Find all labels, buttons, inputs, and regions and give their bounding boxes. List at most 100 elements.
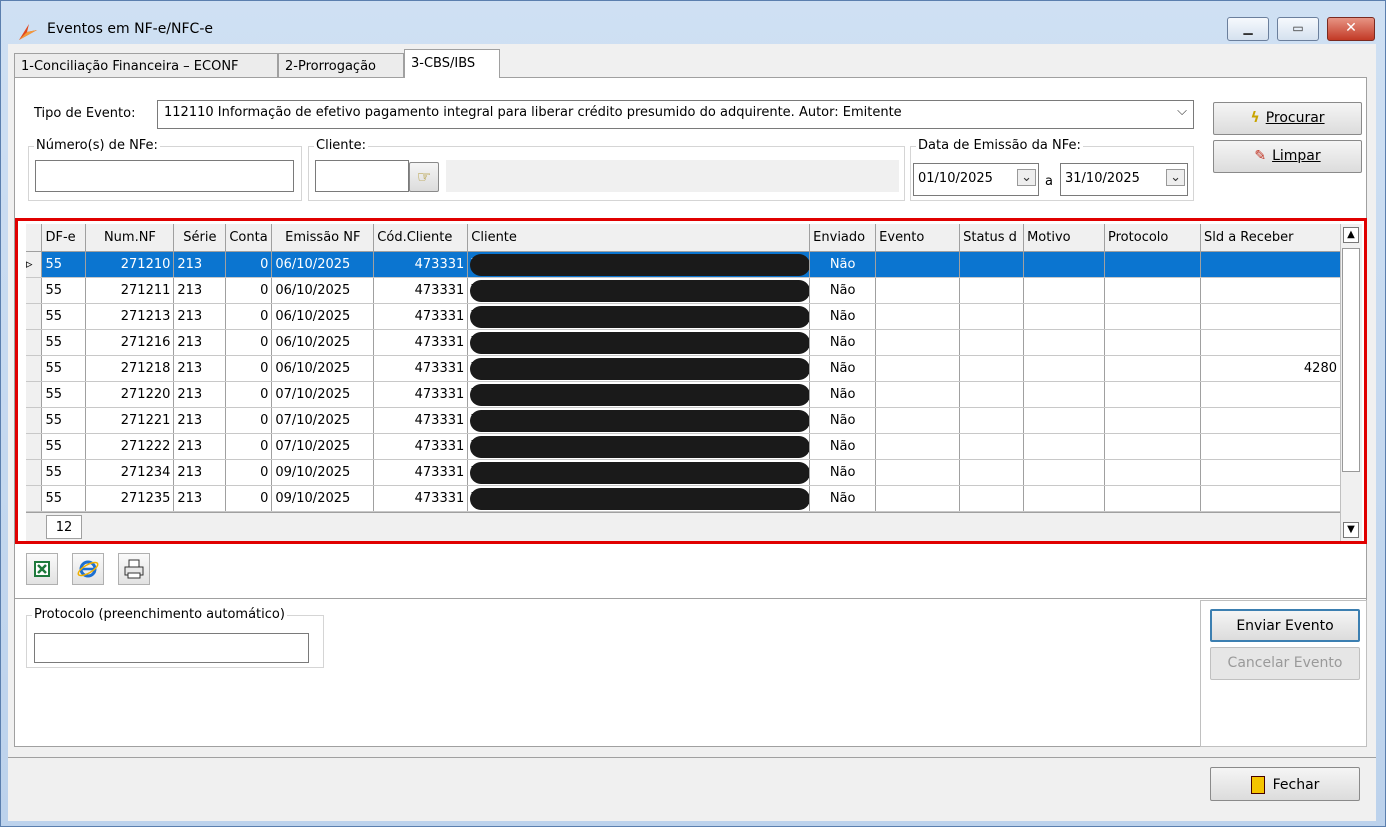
enviar-evento-button[interactable]: Enviar Evento [1210, 609, 1360, 642]
cell-cod: 473331 [373, 407, 469, 434]
table-row[interactable]: 55271234213009/10/2025473331VOLKSWAGEN D… [26, 459, 1341, 486]
maximize-button[interactable]: ▭ [1277, 17, 1319, 41]
cell-sld [1200, 251, 1341, 278]
cell-serie: 213 [173, 251, 227, 278]
cell-sld [1200, 433, 1341, 460]
cell-enviado: Não [809, 485, 877, 512]
col-serie[interactable]: Série [173, 224, 227, 252]
numero-nfe-input[interactable] [35, 160, 294, 192]
cell-cod: 473331 [373, 251, 469, 278]
data-fim-picker[interactable]: 31/10/2025 ⌄ [1060, 163, 1188, 196]
cell-status [959, 433, 1025, 460]
col-motivo[interactable]: Motivo [1023, 224, 1106, 252]
cell-motivo [1023, 251, 1106, 278]
table-row[interactable]: 55271222213007/10/2025473331VOLKSWAGEN D… [26, 433, 1341, 460]
cancelar-evento-button[interactable]: Cancelar Evento [1210, 647, 1360, 680]
cell-serie: 213 [173, 407, 227, 434]
open-browser-button[interactable] [72, 553, 104, 585]
table-row[interactable]: 55271216213006/10/2025473331VOLKSWAGEN D… [26, 329, 1341, 356]
col-num-nf[interactable]: Num.NF [85, 224, 175, 252]
col-evento[interactable]: Evento [875, 224, 961, 252]
export-excel-button[interactable] [26, 553, 58, 585]
data-inicio-picker[interactable]: 01/10/2025 ⌄ [913, 163, 1039, 196]
col-enviado[interactable]: Enviado [809, 224, 877, 252]
table-row[interactable]: 55271235213009/10/2025473331VOLKSWAGEN D… [26, 485, 1341, 512]
row-indicator [26, 381, 43, 408]
protocolo-input[interactable] [34, 633, 309, 663]
redaction-mark [470, 331, 809, 354]
cell-motivo [1023, 303, 1106, 330]
cell-conta: 0 [225, 485, 273, 512]
cell-status [959, 277, 1025, 304]
print-button[interactable] [118, 553, 150, 585]
cell-num: 271211 [85, 277, 175, 304]
scroll-down-icon[interactable]: ▼ [1343, 522, 1359, 538]
row-indicator [26, 485, 43, 512]
redaction-mark [470, 383, 809, 406]
col-dfe[interactable]: DF-e [41, 224, 87, 252]
cell-emissao: 06/10/2025 [271, 277, 375, 304]
row-indicator [26, 277, 43, 304]
internet-explorer-icon [77, 560, 99, 578]
scroll-up-icon[interactable]: ▲ [1343, 227, 1359, 243]
col-sld-receber[interactable]: Sld a Receber [1200, 224, 1341, 252]
procurar-button[interactable]: ϟ Procurar [1213, 102, 1362, 135]
cell-dfe: 55 [41, 251, 87, 278]
table-row[interactable]: 55271218213006/10/2025473331VOLKSWAGEN D… [26, 355, 1341, 382]
cell-motivo [1023, 433, 1106, 460]
tipo-evento-select[interactable]: 112110 Informação de efetivo pagamento i… [157, 100, 1194, 129]
table-row[interactable]: 55271221213007/10/2025473331VOLKSWAGEN D… [26, 407, 1341, 434]
tab-conciliacao[interactable]: 1-Conciliação Financeira – ECONF [14, 53, 278, 77]
nfe-table: DF-e Num.NF Série Conta Emissão NF Cód.C… [26, 224, 1341, 512]
cell-cod: 473331 [373, 355, 469, 382]
cell-status [959, 329, 1025, 356]
cell-enviado: Não [809, 355, 877, 382]
cell-status [959, 381, 1025, 408]
scroll-thumb[interactable] [1342, 248, 1360, 472]
cliente-code-input[interactable] [315, 160, 409, 192]
header-indicator [26, 224, 43, 252]
close-button[interactable]: ✕ [1327, 17, 1375, 41]
cliente-lookup-button[interactable]: ☞ [409, 162, 439, 192]
cell-sld: 4280 [1200, 355, 1341, 382]
cell-num: 271218 [85, 355, 175, 382]
table-row[interactable]: 55271211213006/10/2025473331VOLKSWAGEN D… [26, 277, 1341, 304]
limpar-button[interactable]: ✎ Limpar [1213, 140, 1362, 173]
protocolo-label: Protocolo (preenchimento automático) [32, 607, 287, 622]
cell-protocolo [1104, 303, 1201, 330]
table-row[interactable]: 55271213213006/10/2025473331VOLKSWAGEN D… [26, 303, 1341, 330]
data-fim-value: 31/10/2025 [1065, 171, 1140, 186]
cell-enviado: Não [809, 433, 877, 460]
cell-serie: 213 [173, 303, 227, 330]
cell-motivo [1023, 381, 1106, 408]
table-row[interactable]: 55271220213007/10/2025473331VOLKSWAGEN D… [26, 381, 1341, 408]
tab-prorrogacao[interactable]: 2-Prorrogação [278, 53, 404, 77]
grid-vertical-scrollbar[interactable]: ▲ ▼ [1340, 224, 1362, 541]
col-conta[interactable]: Conta [225, 224, 273, 252]
cell-num: 271235 [85, 485, 175, 512]
fechar-button[interactable]: Fechar [1210, 767, 1360, 801]
cell-num: 271210 [85, 251, 175, 278]
col-emissao[interactable]: Emissão NF [271, 224, 375, 252]
redaction-mark [470, 409, 809, 432]
cell-serie: 213 [173, 277, 227, 304]
col-cod-cliente[interactable]: Cód.Cliente [373, 224, 469, 252]
cell-dfe: 55 [41, 355, 87, 382]
row-indicator [26, 329, 43, 356]
lightning-icon: ϟ [1250, 110, 1260, 126]
nfe-grid[interactable]: DF-e Num.NF Série Conta Emissão NF Cód.C… [26, 224, 1341, 512]
cell-enviado: Não [809, 381, 877, 408]
col-cliente[interactable]: Cliente [467, 224, 811, 252]
minimize-button[interactable]: ▁ [1227, 17, 1269, 41]
tab-cbs-ibs[interactable]: 3-CBS/IBS [404, 49, 500, 78]
cell-motivo [1023, 407, 1106, 434]
redaction-mark [470, 487, 809, 510]
grid-header-row: DF-e Num.NF Série Conta Emissão NF Cód.C… [26, 224, 1341, 252]
cell-conta: 0 [225, 407, 273, 434]
col-protocolo[interactable]: Protocolo [1104, 224, 1201, 252]
cell-num: 271234 [85, 459, 175, 486]
cell-cod: 473331 [373, 329, 469, 356]
table-row[interactable]: ▹55271210213006/10/2025473331VOLKSWAGEN … [26, 251, 1341, 278]
col-status[interactable]: Status d [959, 224, 1025, 252]
cell-motivo [1023, 277, 1106, 304]
